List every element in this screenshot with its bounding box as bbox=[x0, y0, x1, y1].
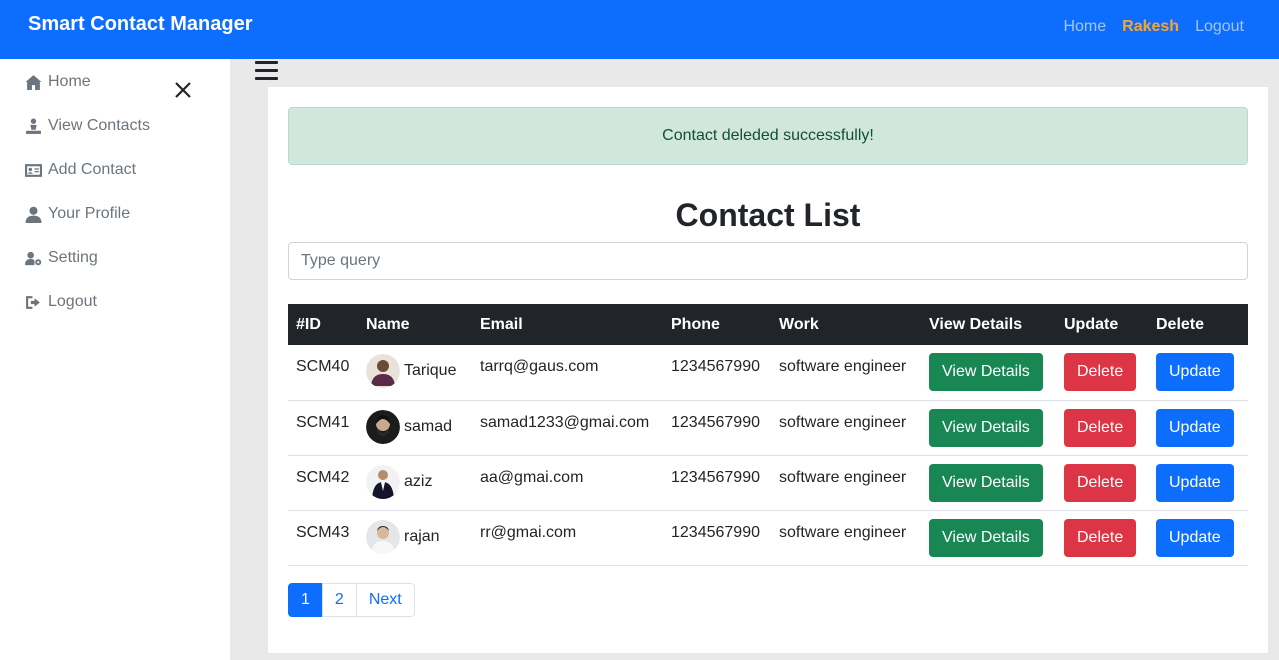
success-alert: Contact deleded successfully! bbox=[288, 107, 1248, 165]
contact-work: software engineer bbox=[771, 400, 921, 456]
contact-work: software engineer bbox=[771, 455, 921, 511]
view-details-button[interactable]: View Details bbox=[929, 518, 1043, 557]
contact-work: software engineer bbox=[771, 345, 921, 401]
avatar[interactable] bbox=[366, 409, 400, 444]
search-input[interactable] bbox=[288, 242, 1248, 280]
user-icon bbox=[25, 206, 42, 223]
sidebar-item-label: Your Profile bbox=[48, 205, 131, 222]
contact-email: rr@gmai.com bbox=[472, 510, 663, 566]
contact-name: aziz bbox=[404, 472, 433, 490]
avatar[interactable] bbox=[366, 354, 400, 388]
contact-id: SCM43 bbox=[288, 510, 358, 566]
contact-phone: 1234567990 bbox=[663, 510, 771, 566]
contact-name: samad bbox=[404, 417, 453, 435]
user-gear-icon bbox=[25, 251, 42, 265]
contact-phone: 1234567990 bbox=[663, 345, 771, 401]
page-title: Contact List bbox=[675, 197, 861, 233]
sidebar-item-home[interactable]: Home bbox=[25, 73, 91, 91]
delete-button[interactable]: Delete bbox=[1064, 463, 1137, 502]
contacts-icon bbox=[26, 118, 41, 134]
logout-icon bbox=[26, 295, 40, 309]
col-phone: Phone bbox=[663, 304, 771, 345]
contact-name: Tarique bbox=[404, 362, 457, 379]
sidebar-item-label: Setting bbox=[48, 249, 98, 266]
update-button[interactable]: Update bbox=[1156, 463, 1234, 502]
col-id: #ID bbox=[288, 304, 358, 345]
update-button[interactable]: Update bbox=[1156, 408, 1234, 447]
page-1-link[interactable]: 1 bbox=[288, 583, 323, 617]
nav-user-link[interactable]: Rakesh bbox=[1122, 18, 1179, 36]
delete-button[interactable]: Delete bbox=[1064, 353, 1137, 392]
table-row: SCM41 samad samad1233@gmai.com 123456799… bbox=[288, 400, 1248, 456]
contact-work: software engineer bbox=[771, 510, 921, 566]
page-2-link[interactable]: 2 bbox=[321, 583, 357, 617]
sidebar-item-label: Add Contact bbox=[48, 161, 137, 178]
next-page-link[interactable]: Next bbox=[355, 583, 415, 617]
col-email: Email bbox=[472, 304, 663, 345]
avatar[interactable] bbox=[366, 519, 400, 554]
sidebar-item-label: View Contacts bbox=[48, 117, 150, 134]
contact-phone: 1234567990 bbox=[663, 400, 771, 456]
contact-id: SCM41 bbox=[288, 400, 358, 456]
col-update: Update bbox=[1056, 304, 1148, 345]
contact-email: tarrq@gaus.com bbox=[472, 345, 663, 401]
col-work: Work bbox=[771, 304, 921, 345]
sidebar: Home View Contacts Add Contact Your Prof… bbox=[0, 59, 230, 660]
avatar[interactable] bbox=[366, 464, 400, 499]
sidebar-item-logout[interactable]: Logout bbox=[25, 293, 97, 311]
table-row: SCM43 rajan rr@gmai.com 1234567990 softw… bbox=[288, 510, 1248, 566]
close-icon[interactable] bbox=[174, 81, 192, 99]
delete-button[interactable]: Delete bbox=[1064, 518, 1137, 557]
contacts-table: #ID Name Email Phone Work View Details U… bbox=[288, 304, 1248, 566]
delete-button[interactable]: Delete bbox=[1064, 408, 1137, 447]
contact-id: SCM42 bbox=[288, 455, 358, 511]
col-name: Name bbox=[358, 304, 472, 345]
nav-logout-link[interactable]: Logout bbox=[1195, 18, 1244, 36]
table-row: SCM40 Tarique tarrq@gaus.com 1234567990 … bbox=[288, 345, 1248, 401]
update-button[interactable]: Update bbox=[1156, 353, 1234, 392]
sidebar-item-add-contact[interactable]: Add Contact bbox=[25, 161, 136, 179]
nav-home-link[interactable]: Home bbox=[1063, 18, 1106, 36]
pagination: 1 2 Next bbox=[288, 583, 415, 617]
update-button[interactable]: Update bbox=[1156, 518, 1234, 557]
sidebar-item-view-contacts[interactable]: View Contacts bbox=[25, 117, 150, 135]
table-header-row: #ID Name Email Phone Work View Details U… bbox=[288, 304, 1248, 345]
contact-phone: 1234567990 bbox=[663, 455, 771, 511]
view-details-button[interactable]: View Details bbox=[929, 408, 1043, 447]
sidebar-item-label: Logout bbox=[48, 293, 97, 310]
top-navbar: Smart Contact Manager Home Rakesh Logout bbox=[0, 0, 1279, 59]
view-details-button[interactable]: View Details bbox=[929, 353, 1043, 392]
contact-email: aa@gmai.com bbox=[472, 455, 663, 511]
sidebar-item-label: Home bbox=[48, 73, 91, 90]
menu-toggle-icon[interactable] bbox=[255, 61, 278, 81]
brand-title[interactable]: Smart Contact Manager bbox=[28, 13, 253, 36]
contact-id: SCM40 bbox=[288, 345, 358, 401]
col-delete: Delete bbox=[1148, 304, 1248, 345]
nav-links: Home Rakesh Logout bbox=[1063, 18, 1244, 36]
contact-name: rajan bbox=[404, 527, 440, 545]
view-details-button[interactable]: View Details bbox=[929, 463, 1043, 502]
sidebar-item-your-profile[interactable]: Your Profile bbox=[25, 205, 130, 223]
col-view-details: View Details bbox=[921, 304, 1056, 345]
contact-email: samad1233@gmai.com bbox=[472, 400, 663, 456]
table-row: SCM42 aziz aa@gmai.com 1234567990 softwa… bbox=[288, 455, 1248, 511]
home-icon bbox=[25, 74, 42, 90]
id-card-icon bbox=[25, 163, 42, 177]
content-card: Contact deleded successfully! Contact Li… bbox=[268, 87, 1268, 653]
sidebar-item-setting[interactable]: Setting bbox=[25, 249, 98, 267]
